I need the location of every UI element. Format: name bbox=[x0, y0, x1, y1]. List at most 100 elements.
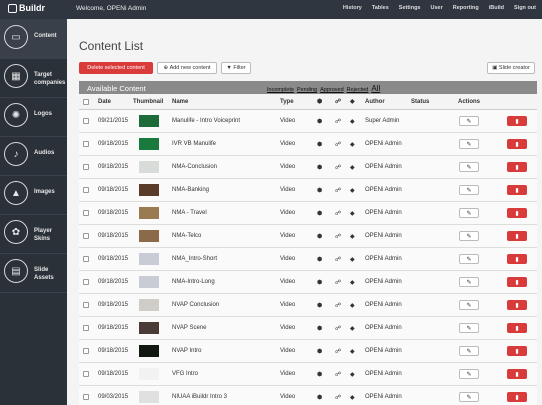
edit-button[interactable]: ✎ bbox=[459, 294, 479, 316]
row-name[interactable]: VFG Intro bbox=[172, 363, 198, 385]
nav-ibuild[interactable]: iBuild bbox=[489, 5, 504, 11]
row-checkbox[interactable] bbox=[83, 363, 89, 385]
col-status[interactable]: Status bbox=[411, 94, 429, 109]
table-row[interactable]: 09/18/2015 NMA-Intro-Long Video ⬢ ☍ ◆ OPENi Ad… bbox=[79, 271, 537, 294]
nav-user[interactable]: User bbox=[431, 5, 443, 11]
row-name[interactable]: NMA-Intro-Long bbox=[172, 271, 215, 293]
table-row[interactable]: 09/18/2015 NMA_Intro-Short Video ⬢ ☍ ◆ OPENi A… bbox=[79, 248, 537, 271]
tag-icon[interactable]: ◆ bbox=[350, 294, 355, 316]
cube-icon[interactable]: ⬢ bbox=[317, 133, 322, 155]
tag-icon[interactable]: ◆ bbox=[350, 133, 355, 155]
delete-button[interactable]: ▮ bbox=[507, 271, 527, 293]
delete-button[interactable]: ▮ bbox=[507, 179, 527, 201]
row-name[interactable]: NVAP Scene bbox=[172, 317, 206, 339]
row-thumbnail[interactable] bbox=[139, 202, 159, 224]
share-icon[interactable]: ☍ bbox=[335, 179, 341, 201]
row-name[interactable]: IVR VB Manulife bbox=[172, 133, 216, 155]
row-thumbnail[interactable] bbox=[139, 225, 159, 247]
row-thumbnail[interactable] bbox=[139, 179, 159, 201]
delete-selected-button[interactable]: Delete selected content bbox=[79, 62, 153, 74]
row-thumbnail[interactable] bbox=[139, 248, 159, 270]
tag-icon[interactable]: ◆ bbox=[350, 340, 355, 362]
delete-button[interactable]: ▮ bbox=[507, 248, 527, 270]
sidebar-item-images[interactable]: ▲ Images bbox=[0, 175, 67, 215]
filter-incomplete[interactable]: Incomplete bbox=[267, 87, 294, 93]
nav-reporting[interactable]: Reporting bbox=[453, 5, 479, 11]
edit-button[interactable]: ✎ bbox=[459, 133, 479, 155]
col-name[interactable]: Name bbox=[172, 94, 188, 109]
row-checkbox[interactable] bbox=[83, 386, 89, 405]
tag-icon[interactable]: ◆ bbox=[350, 179, 355, 201]
row-checkbox[interactable] bbox=[83, 271, 89, 293]
edit-button[interactable]: ✎ bbox=[459, 225, 479, 247]
cube-icon[interactable]: ⬢ bbox=[317, 179, 322, 201]
cube-icon[interactable]: ⬢ bbox=[317, 317, 322, 339]
table-row[interactable]: 09/18/2015 NMA-Banking Video ⬢ ☍ ◆ OPENi Admin… bbox=[79, 179, 537, 202]
cube-icon[interactable]: ⬢ bbox=[317, 202, 322, 224]
edit-button[interactable]: ✎ bbox=[459, 271, 479, 293]
table-row[interactable]: 09/18/2015 NVAP Conclusion Video ⬢ ☍ ◆ OPENi A… bbox=[79, 294, 537, 317]
row-checkbox[interactable] bbox=[83, 110, 89, 132]
table-row[interactable]: 09/21/2015 Manulife - Intro Voiceprint Vid… bbox=[79, 110, 537, 133]
nav-settings[interactable]: Settings bbox=[399, 5, 421, 11]
row-name[interactable]: NMA-Conclusion bbox=[172, 156, 217, 178]
delete-button[interactable]: ▮ bbox=[507, 110, 527, 132]
delete-button[interactable]: ▮ bbox=[507, 317, 527, 339]
tag-icon[interactable]: ◆ bbox=[350, 248, 355, 270]
share-icon[interactable]: ☍ bbox=[335, 386, 341, 405]
row-checkbox[interactable] bbox=[83, 133, 89, 155]
tag-icon[interactable]: ◆ bbox=[350, 156, 355, 178]
col-author[interactable]: Author bbox=[365, 94, 385, 109]
row-name[interactable]: NMA_Intro-Short bbox=[172, 248, 217, 270]
col-date[interactable]: Date bbox=[98, 94, 111, 109]
row-checkbox[interactable] bbox=[83, 294, 89, 316]
table-row[interactable]: 09/18/2015 NVAP Intro Video ⬢ ☍ ◆ OPENi Admin ✎… bbox=[79, 340, 537, 363]
row-thumbnail[interactable] bbox=[139, 294, 159, 316]
edit-button[interactable]: ✎ bbox=[459, 386, 479, 405]
filter-pending[interactable]: Pending bbox=[297, 87, 317, 93]
filter-all[interactable]: All bbox=[371, 84, 380, 93]
table-row[interactable]: 09/18/2015 NMA-Conclusion Video ⬢ ☍ ◆ OPENi Ad… bbox=[79, 156, 537, 179]
row-name[interactable]: NMA - Travel bbox=[172, 202, 207, 224]
edit-button[interactable]: ✎ bbox=[459, 202, 479, 224]
share-icon[interactable]: ☍ bbox=[335, 225, 341, 247]
row-thumbnail[interactable] bbox=[139, 386, 159, 405]
cube-icon[interactable]: ⬢ bbox=[317, 386, 322, 405]
share-icon[interactable]: ☍ bbox=[335, 202, 341, 224]
select-all-checkbox[interactable] bbox=[83, 94, 89, 109]
cube-icon[interactable]: ⬢ bbox=[317, 110, 322, 132]
row-checkbox[interactable] bbox=[83, 248, 89, 270]
edit-button[interactable]: ✎ bbox=[459, 363, 479, 385]
delete-button[interactable]: ▮ bbox=[507, 202, 527, 224]
nav-sign-out[interactable]: Sign out bbox=[514, 5, 536, 11]
row-thumbnail[interactable] bbox=[139, 133, 159, 155]
row-checkbox[interactable] bbox=[83, 340, 89, 362]
filter-approved[interactable]: Approved bbox=[320, 87, 344, 93]
row-checkbox[interactable] bbox=[83, 156, 89, 178]
row-thumbnail[interactable] bbox=[139, 340, 159, 362]
row-thumbnail[interactable] bbox=[139, 363, 159, 385]
edit-button[interactable]: ✎ bbox=[459, 340, 479, 362]
cube-icon[interactable]: ⬢ bbox=[317, 363, 322, 385]
row-name[interactable]: NVAP Intro bbox=[172, 340, 201, 362]
share-icon[interactable]: ☍ bbox=[335, 248, 341, 270]
row-name[interactable]: NVAP Conclusion bbox=[172, 294, 219, 316]
sidebar-item-slide-assets[interactable]: ▤ Slide Assets bbox=[0, 253, 67, 293]
share-icon[interactable]: ☍ bbox=[335, 317, 341, 339]
edit-button[interactable]: ✎ bbox=[459, 317, 479, 339]
cube-icon[interactable]: ⬢ bbox=[317, 271, 322, 293]
filter-button[interactable]: ▼ Filter bbox=[221, 62, 251, 74]
share-icon[interactable]: ☍ bbox=[335, 340, 341, 362]
edit-button[interactable]: ✎ bbox=[459, 156, 479, 178]
cube-icon[interactable]: ⬢ bbox=[317, 294, 322, 316]
col-type[interactable]: Type bbox=[280, 94, 294, 109]
tag-icon[interactable]: ◆ bbox=[350, 110, 355, 132]
nav-tables[interactable]: Tables bbox=[372, 5, 389, 11]
sidebar-item-content[interactable]: ▭ Content bbox=[0, 19, 67, 59]
share-icon[interactable]: ☍ bbox=[335, 363, 341, 385]
row-thumbnail[interactable] bbox=[139, 271, 159, 293]
delete-button[interactable]: ▮ bbox=[507, 294, 527, 316]
table-row[interactable]: 09/18/2015 IVR VB Manulife Video ⬢ ☍ ◆ OPENi A… bbox=[79, 133, 537, 156]
cube-icon[interactable]: ⬢ bbox=[317, 225, 322, 247]
add-content-button[interactable]: ⊕ Add new content bbox=[157, 62, 217, 74]
